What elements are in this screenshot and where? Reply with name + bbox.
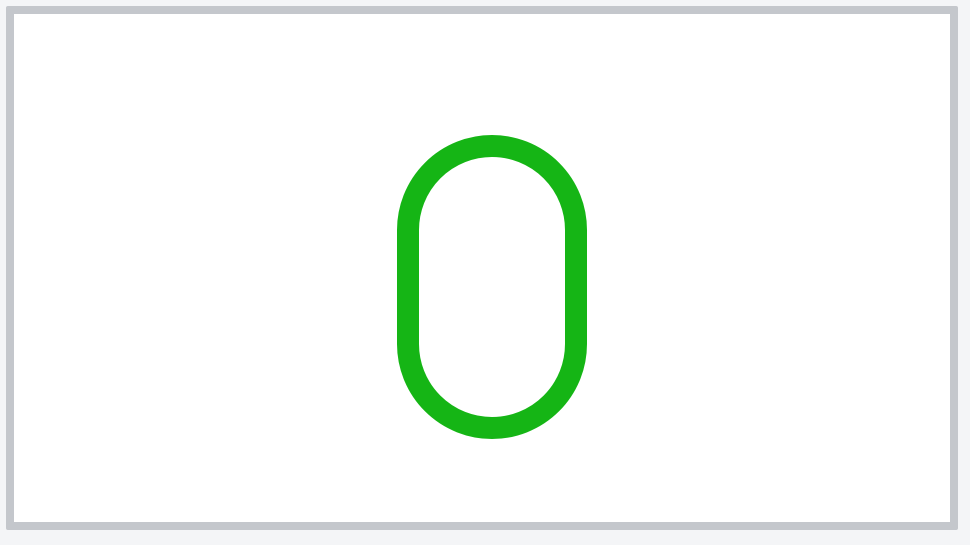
stadium-outline-icon <box>392 132 592 442</box>
stadium-outline-svg <box>397 135 587 439</box>
window-frame <box>0 0 970 545</box>
display-panel <box>6 6 958 530</box>
stadium-outline-shape <box>397 135 587 439</box>
